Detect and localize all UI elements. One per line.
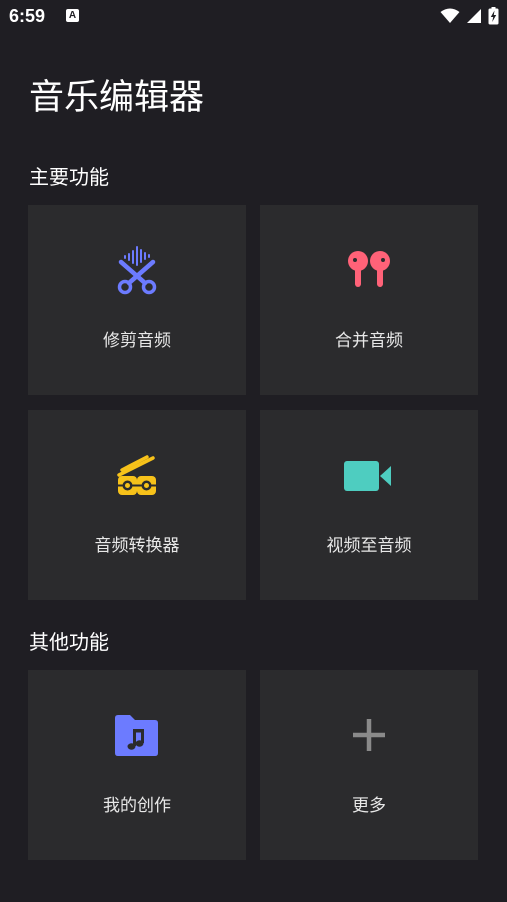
a-icon: A <box>66 9 79 22</box>
section-title-main: 主要功能 <box>29 165 109 189</box>
video-to-audio-card[interactable]: 视频至音频 <box>260 410 478 600</box>
more-label: 更多 <box>352 796 386 816</box>
battery-charging-icon <box>488 7 499 25</box>
app-title: 音乐编辑器 <box>29 78 205 118</box>
section-title-other: 其他功能 <box>29 630 109 654</box>
audio-converter-label: 音频转换器 <box>94 536 180 556</box>
wifi-icon <box>440 8 460 23</box>
trim-audio-card[interactable]: 修剪音频 <box>28 205 246 395</box>
status-time: 6:59 <box>9 6 46 26</box>
cell-signal-icon <box>467 9 481 23</box>
video-camera-icon <box>344 450 394 500</box>
reels-icon <box>112 450 162 500</box>
trim-audio-label: 修剪音频 <box>103 331 171 351</box>
merge-audio-label: 合并音频 <box>335 331 403 351</box>
plus-icon <box>344 710 394 760</box>
status-bar: 6:59 A <box>0 0 507 34</box>
video-to-audio-label: 视频至音频 <box>326 536 412 556</box>
music-folder-icon <box>112 710 162 760</box>
my-creations-label: 我的创作 <box>103 796 171 816</box>
more-card[interactable]: 更多 <box>260 670 478 860</box>
earbuds-icon <box>344 245 394 295</box>
merge-audio-card[interactable]: 合并音频 <box>260 205 478 395</box>
status-icons <box>440 6 499 26</box>
audio-converter-card[interactable]: 音频转换器 <box>28 410 246 600</box>
scissors-waveform-icon <box>112 245 162 295</box>
my-creations-card[interactable]: 我的创作 <box>28 670 246 860</box>
